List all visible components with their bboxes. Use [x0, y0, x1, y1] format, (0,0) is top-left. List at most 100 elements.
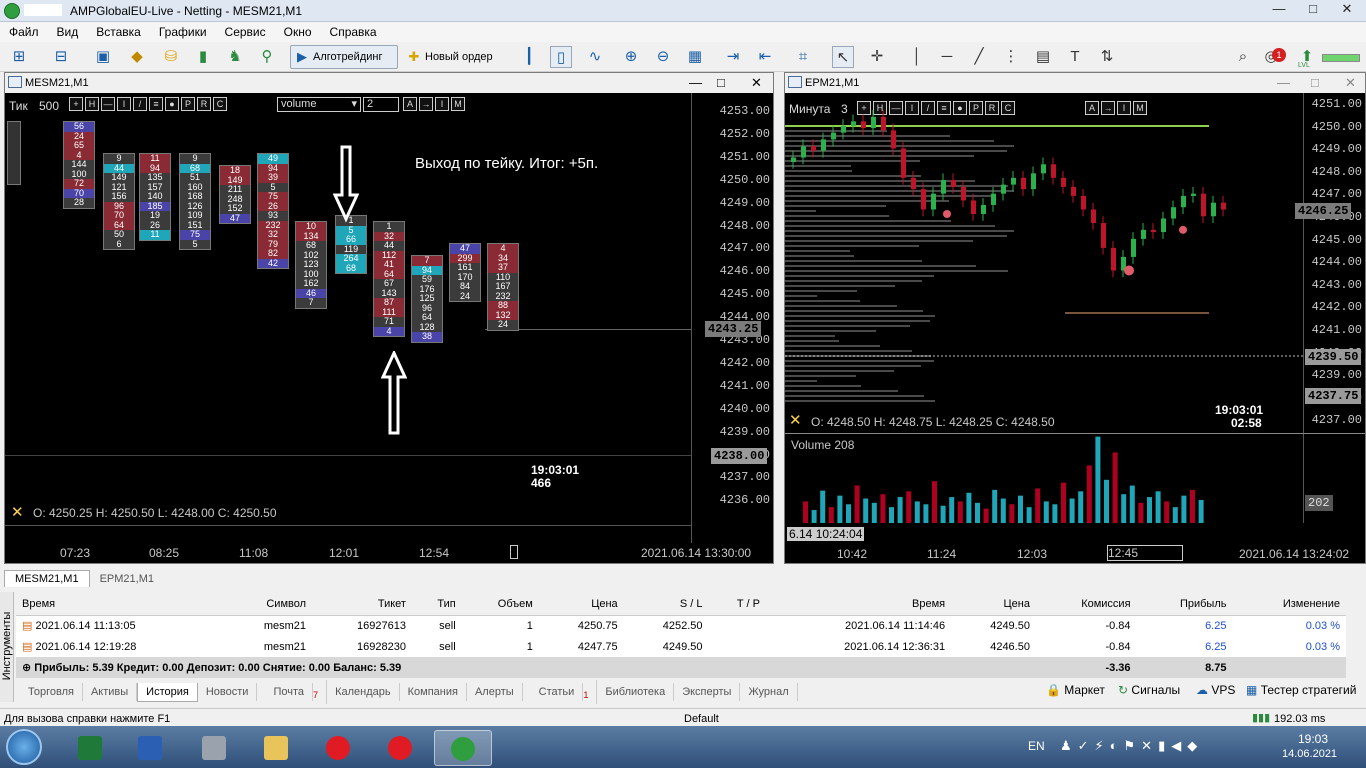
taskbar-opera-2[interactable]	[374, 730, 426, 766]
chart-tool-button[interactable]: ●	[165, 97, 179, 111]
trendline-icon[interactable]: ╱	[968, 46, 990, 68]
taskbar-word[interactable]	[124, 730, 176, 766]
cursor-icon[interactable]: ↖	[832, 46, 854, 68]
chart-close-button[interactable]: ✕	[751, 75, 762, 91]
horizontal-line-icon[interactable]: ─	[936, 46, 958, 68]
chart-maximize-button[interactable]: □	[1311, 75, 1319, 90]
new-order-button[interactable]: ✚ Новый ордер	[402, 45, 504, 69]
tab-alerts[interactable]: Алерты	[467, 683, 523, 701]
arrows-icon[interactable]: ⇅	[1096, 46, 1118, 68]
table-row[interactable]: ▤ 2021.06.14 11:13:05 mesm21 16927613 se…	[16, 615, 1346, 636]
menu-charts[interactable]: Графики	[150, 22, 216, 39]
taskbar-opera[interactable]	[312, 730, 364, 766]
crosshair-icon[interactable]: ✛	[866, 46, 888, 68]
tab-articles[interactable]: Статьи 1	[523, 680, 598, 704]
window-icon[interactable]: ▣	[92, 46, 114, 68]
col-tp[interactable]: T / P	[708, 594, 766, 616]
chart-tool-button[interactable]: C	[213, 97, 227, 111]
zoom-in-icon[interactable]: ⊕	[620, 46, 642, 68]
menu-file[interactable]: Файл	[0, 22, 48, 39]
col-time[interactable]: Время	[16, 594, 224, 616]
tab-library[interactable]: Библиотека	[597, 683, 675, 701]
tab-journal[interactable]: Журнал	[740, 683, 798, 701]
terminal-icon[interactable]: ♞	[224, 46, 246, 68]
col-ticket[interactable]: Тикет	[312, 594, 412, 616]
menu-view[interactable]: Вид	[48, 22, 88, 39]
algo-trading-button[interactable]: ▶ Алготрейдинг	[290, 45, 398, 69]
chart-tool-button[interactable]: +	[69, 97, 83, 111]
minimize-button[interactable]: —	[1262, 0, 1296, 20]
zoom-out-icon[interactable]: ⊖	[652, 46, 674, 68]
table-row[interactable]: ▤ 2021.06.14 12:19:28 mesm21 16928230 se…	[16, 636, 1346, 657]
chart-tool-button[interactable]: /	[133, 97, 147, 111]
tab-history[interactable]: История	[137, 683, 198, 702]
indicator-dropdown[interactable]: volume ▾	[277, 97, 361, 112]
tab-company[interactable]: Компания	[400, 683, 467, 701]
menu-help[interactable]: Справка	[321, 22, 386, 39]
strategy-tester-link[interactable]: ▦ Тестер стратегий	[1246, 683, 1356, 697]
expand-icon[interactable]: ⊕	[22, 662, 34, 674]
bar-chart-icon[interactable]: ┃	[518, 46, 540, 68]
chart-minimize-button[interactable]: —	[1277, 75, 1290, 90]
chart-tool-button[interactable]: I	[117, 97, 131, 111]
chart-plot-area[interactable]: Тик 500 + H — I / ≡ ● P R C volume ▾ 2 A → I M 4253.…	[5, 93, 773, 543]
start-button[interactable]	[6, 729, 42, 765]
vertical-line-icon[interactable]: │	[906, 46, 928, 68]
chart-tool-button[interactable]: R	[197, 97, 211, 111]
chart-tool-button[interactable]: A	[403, 97, 417, 111]
search-icon[interactable]: ⌕	[1232, 46, 1254, 68]
candle-chart-icon[interactable]: ▯	[550, 46, 572, 68]
chart-tool-button[interactable]: I	[435, 97, 449, 111]
col-close-time[interactable]: Время	[765, 594, 952, 616]
tab-assets[interactable]: Активы	[83, 683, 138, 701]
tab-news[interactable]: Новости	[198, 683, 258, 701]
chart-tool-button[interactable]: —	[101, 97, 115, 111]
menu-window[interactable]: Окно	[275, 22, 321, 39]
taskbar-calculator[interactable]	[188, 730, 240, 766]
col-commission[interactable]: Комиссия	[1035, 594, 1137, 616]
col-close-price[interactable]: Цена	[951, 594, 1036, 616]
scroll-marker[interactable]	[510, 545, 518, 559]
new-chart-icon[interactable]: ⊞	[8, 46, 30, 68]
col-change[interactable]: Изменение	[1232, 594, 1346, 616]
data-window-icon[interactable]: ▮	[192, 46, 214, 68]
channel-icon[interactable]: ▤	[1032, 46, 1054, 68]
navigator-icon[interactable]: ⛁	[160, 46, 182, 68]
tab-trade[interactable]: Торговля	[20, 683, 83, 701]
chart-tool-button[interactable]: ≡	[149, 97, 163, 111]
autoscroll-icon[interactable]: ⇤	[754, 46, 776, 68]
chart-tool-button[interactable]: M	[451, 97, 465, 111]
close-button[interactable]: ✕	[1330, 0, 1364, 20]
tray-icons[interactable]: ♟✓⚡◐⚑✕▮◀◆	[1060, 738, 1203, 754]
crosshair-tool-icon[interactable]: ✕	[11, 503, 24, 521]
language-indicator[interactable]: EN	[1028, 739, 1045, 753]
fibo-icon[interactable]: ⋮	[1000, 46, 1022, 68]
chart-shift-icon[interactable]: ⇥	[722, 46, 744, 68]
chart-tab-epm21[interactable]: EPM21,M1	[90, 571, 164, 587]
indicators-icon[interactable]: ⌗	[792, 46, 814, 68]
col-profit[interactable]: Прибыль	[1136, 594, 1233, 616]
chart-tool-button[interactable]: H	[85, 97, 99, 111]
col-volume[interactable]: Объем	[461, 594, 539, 616]
tab-calendar[interactable]: Календарь	[327, 683, 400, 701]
vps-link[interactable]: ☁ VPS	[1196, 683, 1235, 697]
tab-experts[interactable]: Эксперты	[674, 683, 741, 701]
tile-windows-icon[interactable]: ▦	[684, 46, 706, 68]
col-price[interactable]: Цена	[538, 594, 624, 616]
chart-plot-area[interactable]: Минута 3 + H — I / ≡ ● P R C A → I M 4251.00 4250.00 4…	[785, 93, 1365, 543]
crosshair-tool-icon[interactable]: ✕	[789, 411, 802, 429]
profiles-icon[interactable]: ⊟	[50, 46, 72, 68]
chart-tool-button[interactable]: P	[181, 97, 195, 111]
text-icon[interactable]: T	[1064, 46, 1086, 68]
menu-insert[interactable]: Вставка	[87, 22, 150, 39]
tester-icon[interactable]: ⚲	[256, 46, 278, 68]
col-type[interactable]: Тип	[411, 594, 462, 616]
chart-tool-button[interactable]: →	[419, 97, 433, 111]
line-chart-icon[interactable]: ∿	[584, 46, 606, 68]
chart-close-button[interactable]: ✕	[1345, 75, 1356, 91]
col-symbol[interactable]: Символ	[223, 594, 313, 616]
market-link[interactable]: 🔒 Маркет	[1046, 683, 1105, 697]
chart-minimize-button[interactable]: —	[689, 75, 702, 90]
menu-service[interactable]: Сервис	[216, 22, 275, 39]
tab-mail[interactable]: Почта 7	[257, 680, 328, 704]
